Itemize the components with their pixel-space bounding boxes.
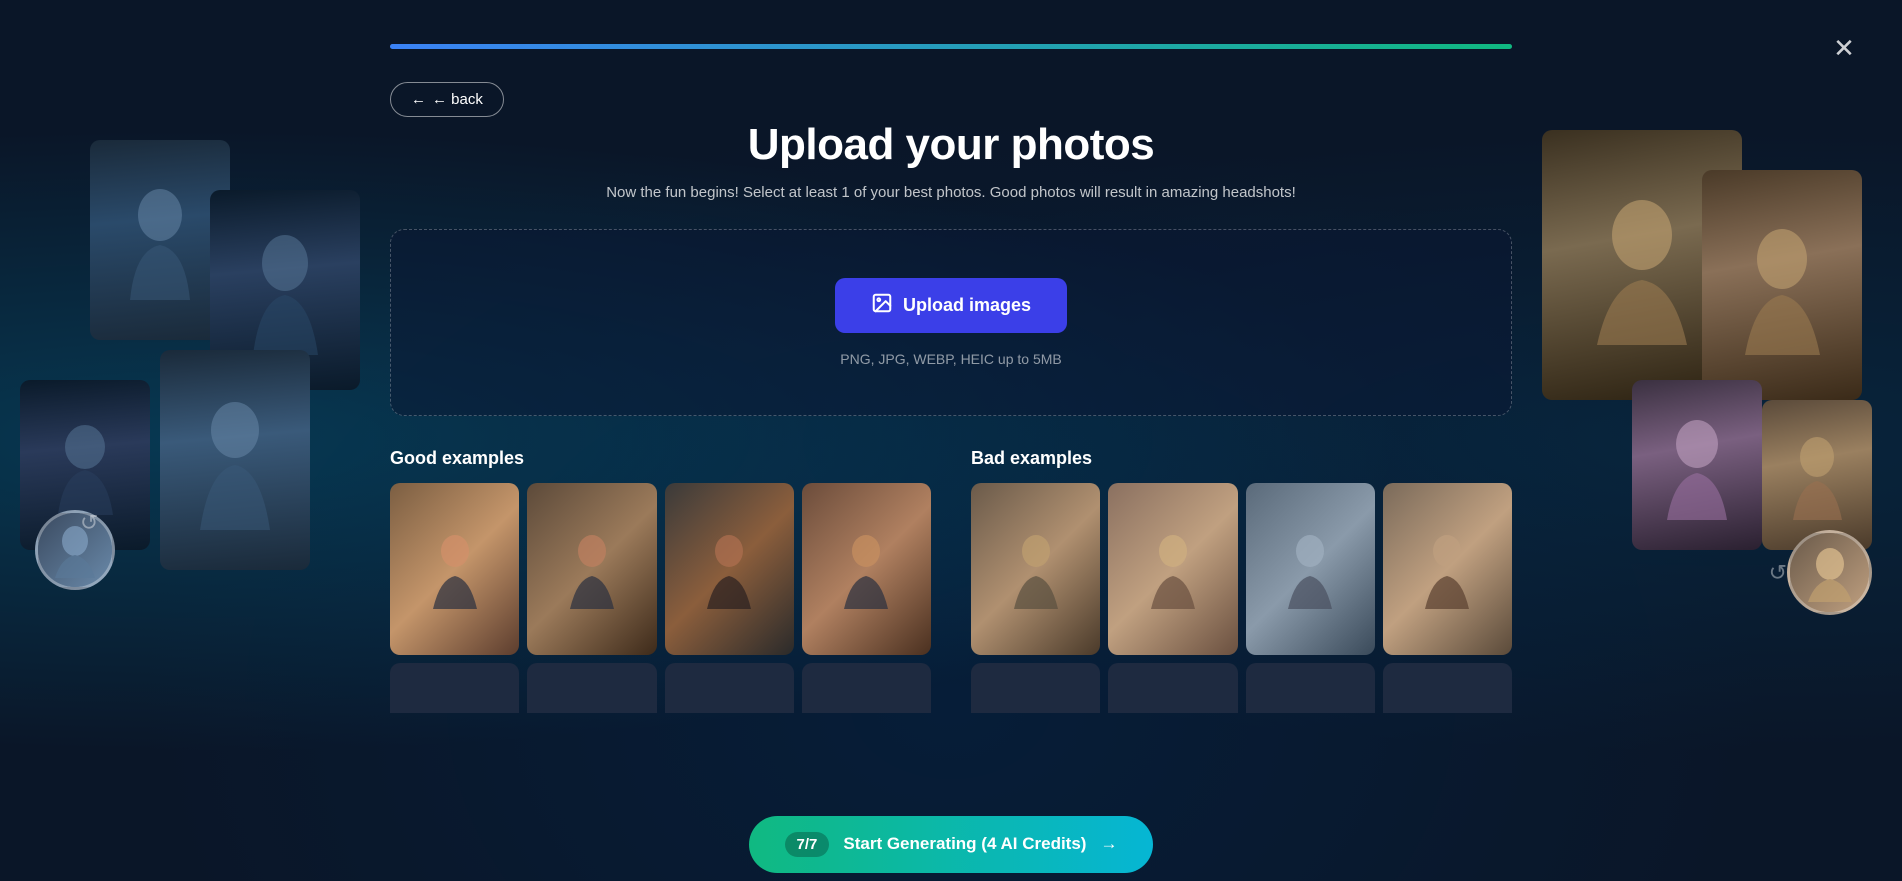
good-example-photo-1: [390, 483, 519, 655]
page-subtitle: Now the fun begins! Select at least 1 of…: [606, 184, 1296, 201]
main-content-area: Upload your photos Now the fun begins! S…: [390, 80, 1512, 713]
good-example-photo-3: [665, 483, 794, 655]
bad-example-photo-3: [1246, 483, 1375, 655]
left-arrow-decoration: ↺: [80, 510, 98, 536]
start-generating-button[interactable]: 7/7 Start Generating (4 AI Credits) →: [749, 816, 1154, 873]
good-examples-row2: [390, 663, 931, 713]
close-icon: ✕: [1833, 33, 1855, 64]
left-photo-collage: ↺: [30, 140, 370, 600]
bad-examples-row2: [971, 663, 1512, 713]
bad-example-photo-4: [1383, 483, 1512, 655]
good-example-photo-2: [527, 483, 656, 655]
upload-icon: [871, 292, 893, 319]
upload-images-button[interactable]: Upload images: [835, 278, 1067, 333]
right-collage-photo-4: [1762, 400, 1872, 550]
left-collage-circle-photo: [35, 510, 115, 590]
bottom-bar: 7/7 Start Generating (4 AI Credits) →: [0, 807, 1902, 881]
right-arrow-decoration: ↺: [1769, 560, 1787, 586]
upload-formats-text: PNG, JPG, WEBP, HEIC up to 5MB: [840, 351, 1061, 367]
right-collage-photo-3: [1632, 380, 1762, 550]
progress-bar-fill: [390, 44, 1512, 49]
left-collage-photo-1: [90, 140, 230, 340]
left-collage-photo-3: [160, 350, 310, 570]
bad-example-photo-7: [1246, 663, 1375, 713]
right-collage-photo-2: [1702, 170, 1862, 400]
generate-arrow-icon: →: [1100, 834, 1117, 854]
bad-example-photo-8: [1383, 663, 1512, 713]
bad-example-photo-5: [971, 663, 1100, 713]
good-examples-grid: [390, 483, 931, 655]
photo-count-badge: 7/7: [785, 832, 830, 857]
good-example-photo-5: [390, 663, 519, 713]
good-example-photo-8: [802, 663, 931, 713]
page-title: Upload your photos: [748, 120, 1155, 170]
examples-section: Good examples: [390, 448, 1512, 713]
bad-examples-grid: [971, 483, 1512, 655]
right-collage-circle-photo: [1787, 530, 1872, 615]
good-example-photo-4: [802, 483, 931, 655]
upload-dropzone[interactable]: Upload images PNG, JPG, WEBP, HEIC up to…: [390, 229, 1512, 416]
good-examples-column: Good examples: [390, 448, 931, 713]
bad-example-photo-6: [1108, 663, 1237, 713]
bad-examples-column: Bad examples: [971, 448, 1512, 713]
bad-examples-title: Bad examples: [971, 448, 1512, 469]
bad-example-photo-1: [971, 483, 1100, 655]
close-button[interactable]: ✕: [1826, 30, 1862, 66]
good-example-photo-6: [527, 663, 656, 713]
generate-button-label: Start Generating (4 AI Credits): [843, 834, 1086, 854]
upload-button-label: Upload images: [903, 295, 1031, 316]
right-photo-collage: ↺: [1512, 130, 1882, 650]
good-examples-title: Good examples: [390, 448, 931, 469]
bad-example-photo-2: [1108, 483, 1237, 655]
progress-bar-container: [390, 44, 1512, 49]
good-example-photo-7: [665, 663, 794, 713]
